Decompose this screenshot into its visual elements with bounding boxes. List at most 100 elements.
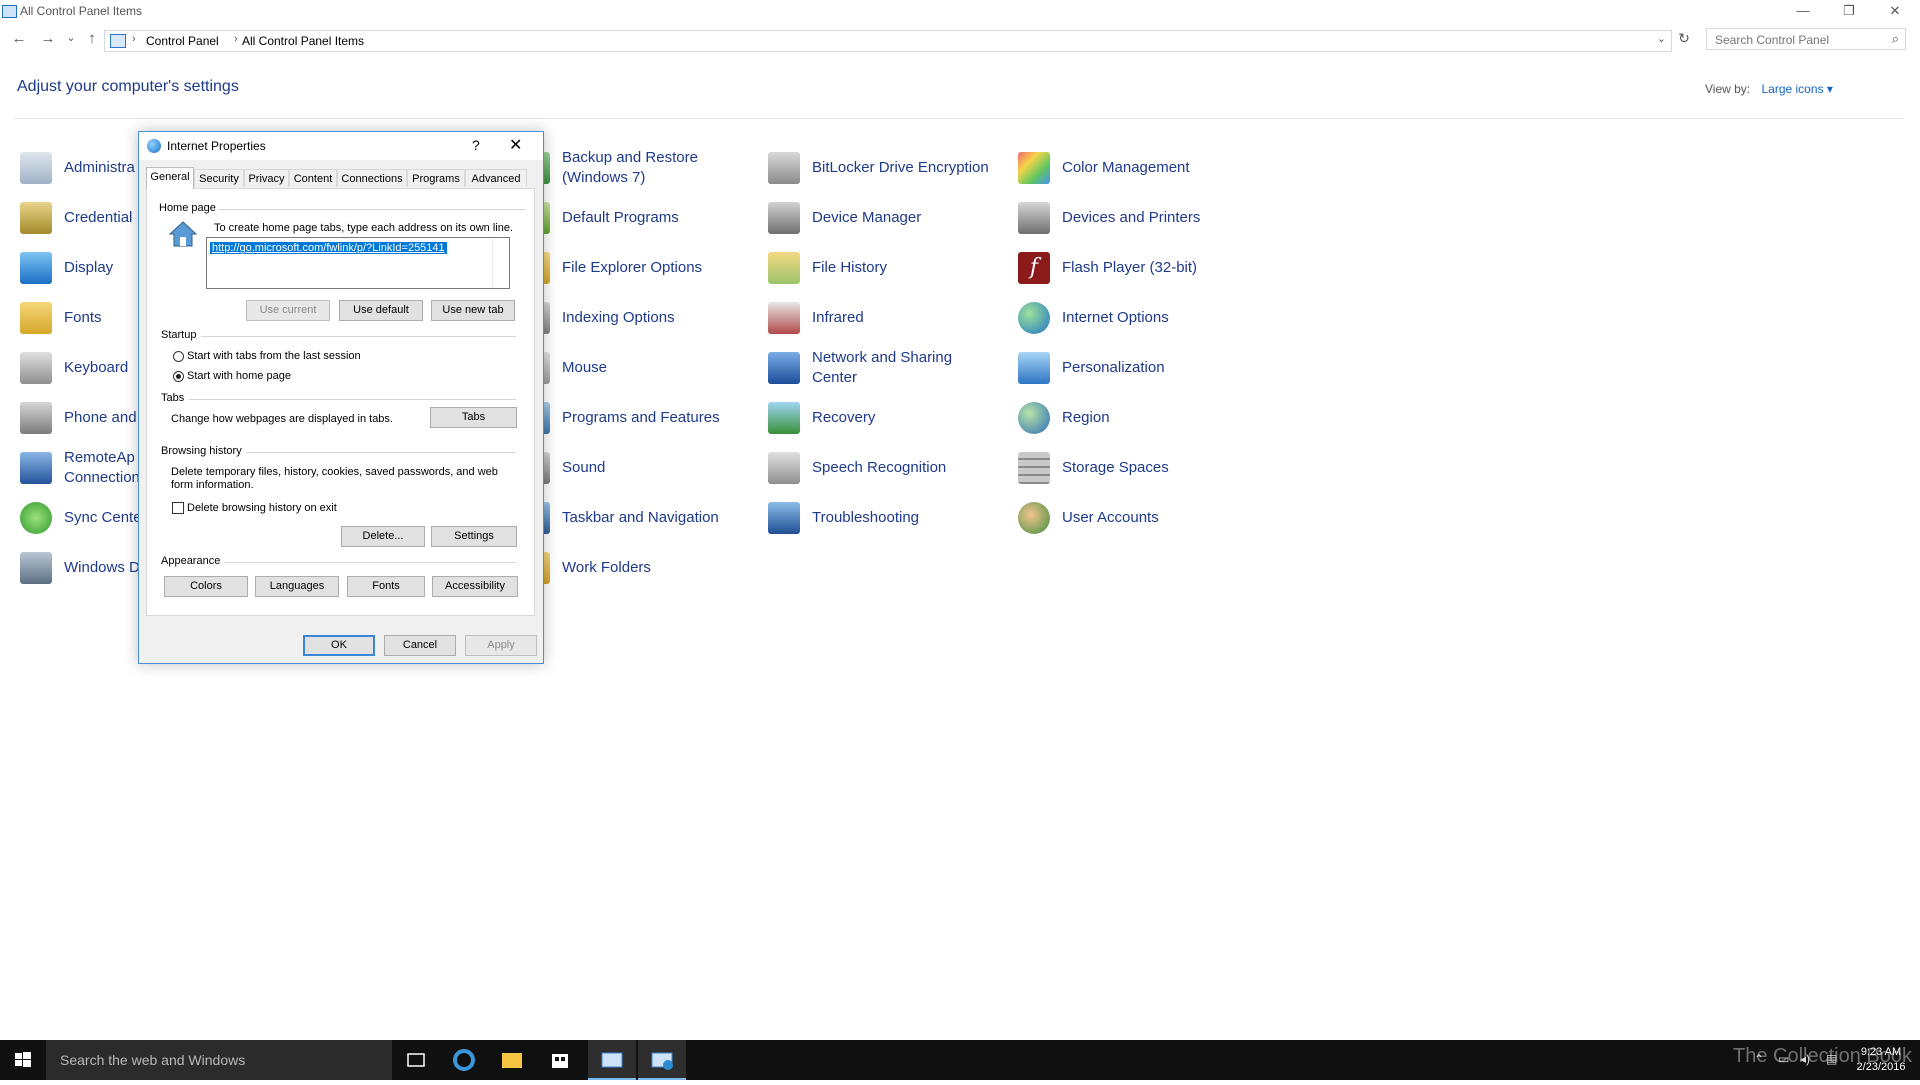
breadcrumb-all-items[interactable]: All Control Panel Items xyxy=(242,34,364,48)
cp-item-phone-modem[interactable]: Phone and xyxy=(20,398,137,438)
textarea-scrollbar[interactable] xyxy=(492,238,509,288)
internet-properties-taskbar-button[interactable] xyxy=(638,1040,686,1080)
cp-item-sync-center[interactable]: Sync Cente xyxy=(20,498,142,538)
apply-button[interactable]: Apply xyxy=(465,635,537,656)
cp-item-storage-spaces[interactable]: Storage Spaces xyxy=(1018,448,1169,488)
use-new-tab-button[interactable]: Use new tab xyxy=(431,300,515,321)
cp-item-keyboard[interactable]: Keyboard xyxy=(20,348,128,388)
tabs-button[interactable]: Tabs xyxy=(430,407,517,428)
cp-item-infrared[interactable]: Infrared xyxy=(768,298,864,338)
cp-item-display[interactable]: Display xyxy=(20,248,113,288)
cp-item-label: Color Management xyxy=(1062,159,1190,176)
view-by-dropdown[interactable]: Large icons ▾ xyxy=(1761,82,1832,96)
show-hidden-icons-button[interactable]: ⌃ xyxy=(1754,1052,1764,1066)
cp-item-color-management[interactable]: Color Management xyxy=(1018,148,1190,188)
start-home-page-radio[interactable] xyxy=(173,371,184,382)
cp-item-personalization[interactable]: Personalization xyxy=(1018,348,1165,388)
delete-button[interactable]: Delete... xyxy=(341,526,425,547)
cp-item-backup-restore[interactable]: Backup and Restore (Windows 7) xyxy=(518,148,698,188)
cp-item-internet-options[interactable]: Internet Options xyxy=(1018,298,1169,338)
cp-item-label: Flash Player (32-bit) xyxy=(1062,259,1198,276)
volume-icon[interactable]: ◂) xyxy=(1800,1052,1810,1066)
tab-content[interactable]: Content xyxy=(289,169,337,187)
cp-item-region[interactable]: Region xyxy=(1018,398,1110,438)
tab-security[interactable]: Security xyxy=(194,169,244,187)
cp-item-label: RemoteAp Connection xyxy=(64,449,140,486)
recent-locations-button[interactable]: ⌄ xyxy=(61,31,81,44)
dialog-title: Internet Properties xyxy=(167,139,266,153)
tabs-group-label: Tabs xyxy=(161,392,185,404)
group-divider xyxy=(201,336,516,337)
windows-logo-icon xyxy=(15,1052,31,1067)
breadcrumb-control-panel[interactable]: Control Panel xyxy=(146,34,219,48)
control-panel-icon xyxy=(2,5,17,18)
cp-item-user-accounts[interactable]: User Accounts xyxy=(1018,498,1159,538)
start-button[interactable] xyxy=(0,1040,46,1080)
fonts-button[interactable]: Fonts xyxy=(347,576,425,597)
cp-item-flash-player[interactable]: f Flash Player (32-bit) xyxy=(1018,248,1197,288)
cp-item-file-explorer-options[interactable]: File Explorer Options xyxy=(518,248,702,288)
ok-button[interactable]: OK xyxy=(303,635,375,656)
dialog-close-button[interactable]: ✕ xyxy=(509,135,522,155)
close-button[interactable]: ✕ xyxy=(1872,0,1918,22)
taskbar-search-box[interactable]: Search the web and Windows xyxy=(46,1040,392,1080)
cp-item-bitlocker[interactable]: BitLocker Drive Encryption xyxy=(768,148,989,188)
cp-item-label: Device Manager xyxy=(812,209,922,226)
control-panel-taskbar-button[interactable] xyxy=(588,1040,636,1080)
edge-icon xyxy=(453,1049,475,1071)
network-icon[interactable]: ▭ xyxy=(1778,1052,1789,1066)
cp-item-fonts[interactable]: Fonts xyxy=(20,298,102,338)
cp-item-network-sharing[interactable]: Network and Sharing Center xyxy=(768,348,952,388)
chevron-down-icon[interactable]: ⌄ xyxy=(1657,32,1666,45)
refresh-button[interactable]: ↻ xyxy=(1675,30,1693,47)
forward-button[interactable]: → xyxy=(38,30,58,47)
home-page-url-textarea[interactable]: http://go.microsoft.com/fwlink/p/?LinkId… xyxy=(206,237,510,289)
accessibility-button[interactable]: Accessibility xyxy=(432,576,518,597)
task-view-button[interactable] xyxy=(392,1040,440,1080)
start-last-session-radio[interactable] xyxy=(173,351,184,362)
search-input[interactable] xyxy=(1713,32,1887,48)
cp-item-recovery[interactable]: Recovery xyxy=(768,398,875,438)
use-default-button[interactable]: Use default xyxy=(339,300,423,321)
search-box[interactable]: ⌕ xyxy=(1706,28,1906,50)
cp-item-administrative-tools[interactable]: Administra xyxy=(20,148,135,188)
languages-button[interactable]: Languages xyxy=(255,576,339,597)
cp-item-taskbar-navigation[interactable]: Taskbar and Navigation xyxy=(518,498,719,538)
system-clock[interactable]: 9:23 AM 2/23/2016 xyxy=(1846,1045,1916,1075)
use-current-button[interactable]: Use current xyxy=(246,300,330,321)
store-taskbar-button[interactable] xyxy=(536,1040,584,1080)
cp-item-windows-defender[interactable]: Windows D xyxy=(20,548,140,588)
tab-privacy[interactable]: Privacy xyxy=(244,169,289,187)
cp-item-remoteapp[interactable]: RemoteAp Connection xyxy=(20,448,140,488)
tab-advanced[interactable]: Advanced xyxy=(465,169,527,187)
cp-item-speech-recognition[interactable]: Speech Recognition xyxy=(768,448,946,488)
tab-programs[interactable]: Programs xyxy=(407,169,465,187)
tab-general[interactable]: General xyxy=(146,167,194,189)
colors-button[interactable]: Colors xyxy=(164,576,248,597)
cp-item-file-history[interactable]: File History xyxy=(768,248,887,288)
edge-taskbar-button[interactable] xyxy=(440,1040,488,1080)
cp-item-programs-features[interactable]: Programs and Features xyxy=(518,398,720,438)
action-center-icon[interactable]: ▤ xyxy=(1826,1052,1837,1066)
minimize-button[interactable]: — xyxy=(1780,0,1826,22)
address-bar[interactable]: › Control Panel › All Control Panel Item… xyxy=(104,30,1672,52)
browsing-history-group-label: Browsing history xyxy=(161,445,242,457)
cp-item-credential-manager[interactable]: Credential xyxy=(20,198,132,238)
home-page-url: http://go.microsoft.com/fwlink/p/?LinkId… xyxy=(210,242,447,254)
cancel-button[interactable]: Cancel xyxy=(384,635,456,656)
cp-item-troubleshooting[interactable]: Troubleshooting xyxy=(768,498,919,538)
restore-button[interactable]: ❐ xyxy=(1826,0,1872,22)
settings-button[interactable]: Settings xyxy=(431,526,517,547)
recovery-icon xyxy=(768,402,800,434)
tab-connections[interactable]: Connections xyxy=(337,169,407,187)
up-button[interactable]: ↑ xyxy=(82,30,102,47)
back-button[interactable]: ← xyxy=(9,30,29,47)
help-button[interactable]: ? xyxy=(472,137,480,153)
cp-item-devices-printers[interactable]: Devices and Printers xyxy=(1018,198,1200,238)
group-divider xyxy=(218,209,526,210)
file-explorer-taskbar-button[interactable] xyxy=(488,1040,536,1080)
delete-on-exit-checkbox[interactable] xyxy=(172,502,184,514)
cp-item-label: Windows D xyxy=(64,559,140,576)
search-icon[interactable]: ⌕ xyxy=(1892,31,1899,47)
cp-item-device-manager[interactable]: Device Manager xyxy=(768,198,921,238)
